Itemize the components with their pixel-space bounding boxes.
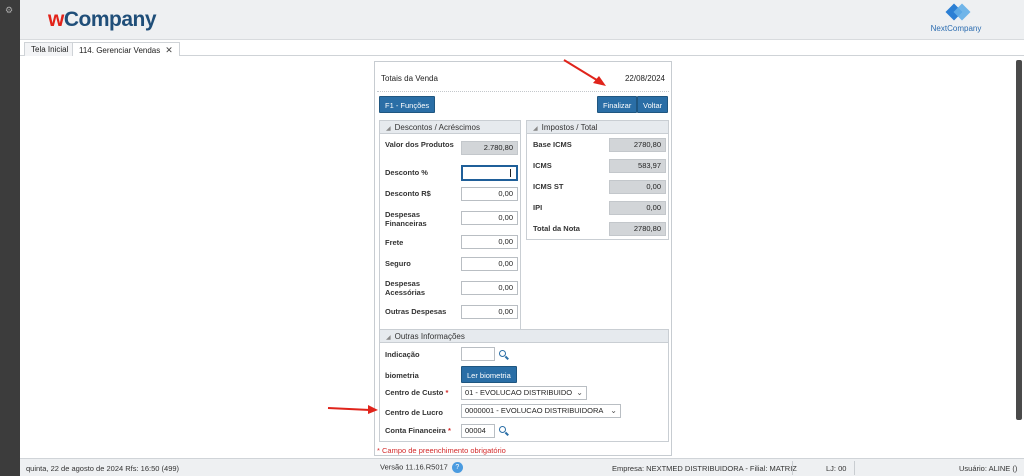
tab-gerenciar-vendas[interactable]: 114. Gerenciar Vendas ✕	[72, 42, 180, 56]
tab-bar: Tela Inicial 114. Gerenciar Vendas ✕	[20, 40, 1024, 56]
functions-button[interactable]: F1 - Funções	[379, 96, 436, 113]
annotation-arrow-centro-lucro	[327, 405, 378, 414]
total-nota-field: 2780,80	[609, 222, 666, 236]
centro-lucro-select[interactable]: 0000001 - EVOLUCAO DISTRIBUIDORA ⌄	[461, 404, 621, 418]
required-note: * Campo de preenchimento obrigatório	[377, 446, 506, 455]
finalize-button[interactable]: Finalizar	[597, 96, 638, 113]
divider	[792, 461, 793, 475]
impostos-header[interactable]: ◢ Impostos / Total	[527, 121, 668, 134]
base-icms-label: Base ICMS	[533, 140, 572, 149]
totais-venda-panel: Totais da Venda 22/08/2024 F1 - Funções …	[374, 61, 672, 456]
panel-date: 22/08/2024	[624, 74, 665, 83]
desconto-percent-label: Desconto %	[385, 168, 428, 177]
annotation-arrow-finalizar	[563, 59, 606, 86]
chevron-down-icon: ⌄	[610, 406, 617, 415]
centro-custo-select[interactable]: 01 - EVOLUCAO DISTRIBUIDO ⌄	[461, 386, 587, 400]
app-logo: wCompany	[48, 8, 157, 31]
icms-st-label: ICMS ST	[533, 182, 564, 191]
total-nota-label: Total da Nota	[533, 224, 580, 233]
outras-despesas-label: Outras Despesas	[385, 307, 447, 316]
partner-logo: NextCompany	[926, 3, 986, 36]
valor-produtos-field: 2.780,80	[461, 141, 518, 155]
status-bar: quinta, 22 de agosto de 2024 Rfs: 16:50 …	[20, 458, 1024, 476]
seguro-field[interactable]: 0,00	[461, 257, 518, 271]
status-user: Usuário: ALINE ()	[959, 464, 1018, 473]
desconto-percent-field[interactable]	[461, 165, 518, 181]
icms-label: ICMS	[533, 161, 552, 170]
centro-lucro-label: Centro de Lucro	[385, 408, 443, 417]
gear-icon[interactable]: ⚙	[5, 5, 13, 16]
top-bar: wCompany NextCompany	[20, 0, 1024, 40]
icms-st-field: 0,00	[609, 180, 666, 194]
indicacao-field[interactable]	[461, 347, 495, 361]
despesas-financeiras-field[interactable]: 0,00	[461, 211, 518, 225]
status-lj: LJ: 00	[826, 464, 847, 473]
valor-produtos-label: Valor dos Produtos	[385, 140, 454, 149]
despesas-acessorias-label: Despesas Acessórias	[385, 279, 426, 297]
descontos-header[interactable]: ◢ Descontos / Acréscimos	[380, 121, 520, 134]
outras-despesas-field[interactable]: 0,00	[461, 305, 518, 319]
icms-field: 583,97	[609, 159, 666, 173]
base-icms-field: 2780,80	[609, 138, 666, 152]
seguro-label: Seguro	[385, 259, 411, 268]
conta-financeira-label: Conta Financeira *	[385, 426, 451, 435]
despesas-financeiras-label: Despesas Financeiras	[385, 210, 427, 228]
desconto-rs-field[interactable]: 0,00	[461, 187, 518, 201]
ler-biometria-button[interactable]: Ler biometria	[461, 366, 517, 383]
frete-field[interactable]: 0,00	[461, 235, 518, 249]
search-icon[interactable]	[499, 426, 509, 436]
search-icon[interactable]	[499, 350, 509, 360]
collapse-triangle-icon: ◢	[533, 126, 538, 132]
help-icon[interactable]: ?	[451, 462, 463, 473]
close-icon[interactable]: ✕	[165, 45, 173, 55]
status-version: Versão 11.16.R5017?	[380, 462, 463, 473]
divider	[854, 461, 855, 475]
despesas-acessorias-field[interactable]: 0,00	[461, 281, 518, 295]
biometria-label: biometria	[385, 371, 419, 380]
outras-info-header[interactable]: ◢ Outras Informações	[380, 330, 668, 343]
chevron-down-icon: ⌄	[576, 388, 583, 397]
status-datetime: quinta, 22 de agosto de 2024 Rfs: 16:50 …	[26, 464, 180, 473]
indicacao-label: Indicação	[385, 350, 420, 359]
status-company: Empresa: NEXTMED DISTRIBUIDORA - Filial:…	[612, 464, 797, 473]
centro-custo-label: Centro de Custo *	[385, 388, 449, 397]
desconto-rs-label: Desconto R$	[385, 189, 431, 198]
panel-title: Totais da Venda	[381, 74, 438, 83]
collapse-triangle-icon: ◢	[386, 335, 391, 341]
back-button[interactable]: Voltar	[637, 96, 669, 113]
frete-label: Frete	[385, 238, 404, 247]
collapse-triangle-icon: ◢	[386, 126, 391, 132]
divider	[377, 91, 669, 92]
ipi-field: 0,00	[609, 201, 666, 215]
scrollbar[interactable]	[1016, 60, 1022, 420]
conta-financeira-field[interactable]: 00004	[461, 424, 495, 438]
tab-home[interactable]: Tela Inicial	[24, 42, 76, 56]
left-rail: ⚙	[0, 0, 20, 476]
ipi-label: IPI	[533, 203, 543, 212]
text-caret	[510, 169, 511, 177]
